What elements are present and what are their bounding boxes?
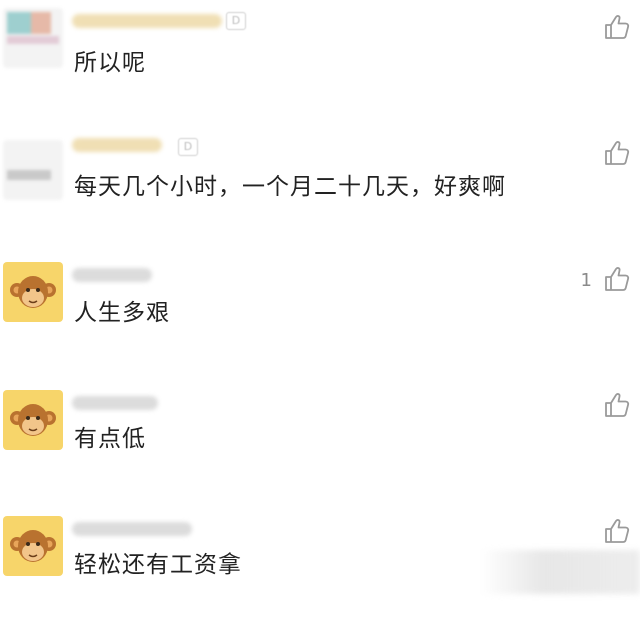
nickname-blurred[interactable] [72, 268, 152, 282]
comment-text: 有点低 [74, 426, 146, 452]
avatar[interactable] [3, 140, 63, 200]
comment-text: 轻松还有工资拿 [74, 552, 242, 578]
user-badge: D [178, 138, 198, 156]
watermark-blur [480, 550, 640, 594]
like-count: 1 [580, 270, 592, 291]
monkey-icon [10, 530, 56, 562]
comment-item: 人生多艰 1 [0, 262, 640, 372]
monkey-icon [10, 276, 56, 308]
thumbs-up-icon[interactable] [602, 138, 632, 168]
user-badge: D [226, 12, 246, 30]
comment-text: 所以呢 [74, 50, 146, 76]
nickname-blurred[interactable] [72, 396, 158, 410]
nickname-blurred[interactable] [72, 138, 162, 152]
avatar[interactable] [3, 8, 63, 68]
comment-item: D 每天几个小时，一个月二十几天，好爽啊 [0, 134, 640, 244]
thumbs-up-icon[interactable] [602, 390, 632, 420]
monkey-avatar[interactable] [3, 262, 63, 322]
thumbs-up-icon[interactable] [602, 516, 632, 546]
nickname-blurred[interactable] [72, 522, 192, 536]
comment-text: 每天几个小时，一个月二十几天，好爽啊 [74, 174, 506, 200]
comment-item: 有点低 [0, 390, 640, 500]
monkey-avatar[interactable] [3, 390, 63, 450]
nickname-blurred[interactable] [72, 14, 222, 28]
monkey-avatar[interactable] [3, 516, 63, 576]
thumbs-up-icon[interactable] [602, 12, 632, 42]
comment-text: 人生多艰 [74, 300, 170, 326]
thumbs-up-icon[interactable] [602, 264, 632, 294]
comment-item: D 所以呢 [0, 8, 640, 118]
monkey-icon [10, 404, 56, 436]
